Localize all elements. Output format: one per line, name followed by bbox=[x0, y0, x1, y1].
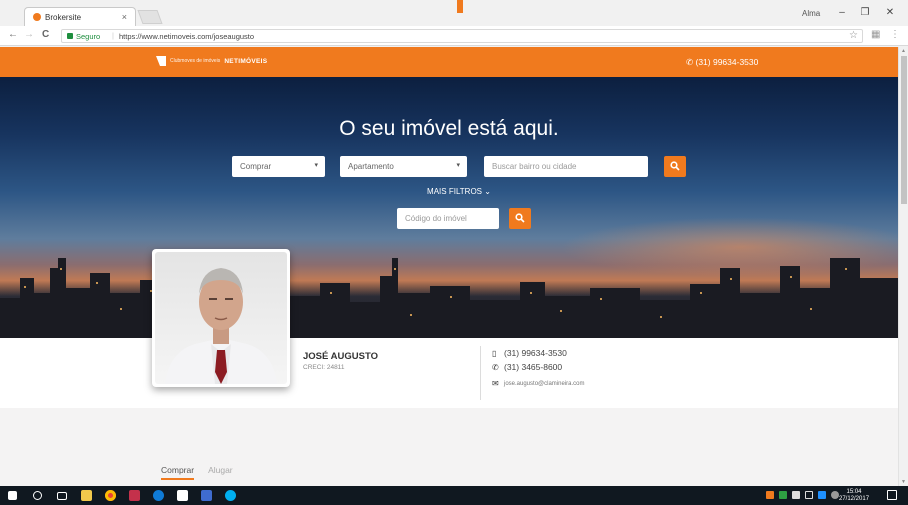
agent-email[interactable]: ✉ jose.augusto@clamineira.com bbox=[492, 379, 584, 388]
location-search-input[interactable] bbox=[484, 156, 648, 177]
site-logo[interactable]: Clubmoves de imóveis NETIMÓVEIS bbox=[156, 56, 267, 66]
clock-time: 15:04 bbox=[846, 489, 862, 495]
app-icon[interactable] bbox=[201, 490, 212, 501]
close-window-button[interactable]: ✕ bbox=[883, 7, 897, 18]
browser-tab[interactable]: Brokersite × bbox=[24, 7, 136, 26]
hero-banner: O seu imóvel está aqui. Comprar ▾ Aparta… bbox=[0, 77, 898, 338]
volume-icon[interactable] bbox=[831, 491, 839, 499]
mode-select-value: Comprar bbox=[240, 162, 272, 171]
hero-title: O seu imóvel está aqui. bbox=[339, 117, 559, 140]
browser-window: Brokersite × Alma – ❐ ✕ ← → C Seguro | h… bbox=[0, 0, 908, 505]
agent-email-address: jose.augusto@clamineira.com bbox=[504, 380, 585, 387]
code-search-button[interactable] bbox=[509, 208, 531, 229]
search-icon[interactable] bbox=[33, 491, 42, 500]
logo-mark-icon bbox=[156, 56, 166, 66]
agent-portrait-image bbox=[165, 268, 277, 384]
agent-creci: CRECI: 24811 bbox=[303, 364, 345, 371]
mode-select[interactable]: Comprar ▾ bbox=[232, 156, 325, 177]
tray-app-icon[interactable] bbox=[818, 491, 826, 499]
chrome-icon[interactable] bbox=[105, 490, 116, 501]
separator: | bbox=[112, 31, 114, 40]
tray-app-icon[interactable] bbox=[779, 491, 787, 499]
search-icon bbox=[670, 161, 680, 171]
extension-icon[interactable]: ▦ bbox=[871, 29, 880, 40]
cursor-marker bbox=[457, 0, 463, 13]
maximize-button[interactable]: ❐ bbox=[858, 7, 872, 18]
store-icon[interactable] bbox=[177, 490, 188, 501]
header-phone[interactable]: ✆ (31) 99634-3530 bbox=[686, 57, 758, 68]
search-icon bbox=[515, 213, 525, 223]
chevron-down-icon: ▾ bbox=[314, 162, 318, 169]
search-button[interactable] bbox=[664, 156, 686, 177]
tab-title: Brokersite bbox=[45, 13, 82, 22]
tab-strip: Brokersite × Alma – ❐ ✕ bbox=[0, 0, 908, 26]
notification-icon[interactable] bbox=[887, 490, 897, 500]
divider bbox=[480, 346, 481, 400]
url-field[interactable]: Seguro | https://www.netimoveis.com/jose… bbox=[61, 29, 863, 43]
whatsapp-icon: ✆ bbox=[686, 57, 694, 67]
logo-subtitle: Clubmoves de imóveis bbox=[170, 57, 221, 64]
skype-icon[interactable] bbox=[225, 490, 236, 501]
favicon-icon bbox=[33, 13, 41, 21]
tab-close-icon[interactable]: × bbox=[122, 12, 127, 22]
back-button[interactable]: ← bbox=[8, 29, 18, 40]
address-bar: ← → C Seguro | https://www.netimoveis.co… bbox=[0, 26, 908, 46]
agent-mobile[interactable]: ▯ (31) 99634-3530 bbox=[492, 348, 567, 358]
agent-phone[interactable]: ✆ (31) 3465-8600 bbox=[492, 362, 562, 372]
network-icon[interactable] bbox=[805, 491, 813, 499]
scrollbar-thumb[interactable] bbox=[901, 56, 907, 204]
listing-tabs: Comprar Alugar bbox=[161, 465, 233, 480]
phone-icon: ✆ bbox=[492, 362, 499, 372]
scroll-down-icon[interactable]: ▼ bbox=[901, 479, 906, 485]
mobile-phone-icon: ▯ bbox=[492, 348, 497, 358]
more-filters-link[interactable]: MAIS FILTROS ⌄ bbox=[0, 187, 898, 196]
clock-date: 27/12/2017 bbox=[839, 496, 870, 502]
logo-brand: NETIMÓVEIS bbox=[224, 57, 268, 65]
task-view-icon[interactable] bbox=[57, 492, 67, 500]
city-skyline-image bbox=[0, 258, 898, 338]
tab-comprar[interactable]: Comprar bbox=[161, 465, 195, 480]
scroll-up-icon[interactable]: ▲ bbox=[901, 48, 906, 54]
forward-button[interactable]: → bbox=[24, 29, 34, 40]
agent-profile-section bbox=[0, 338, 898, 408]
chevron-down-icon: ▾ bbox=[456, 162, 460, 169]
file-explorer-icon[interactable] bbox=[81, 490, 92, 501]
menu-dots-icon[interactable]: ⋮ bbox=[890, 29, 900, 40]
start-windows-icon[interactable] bbox=[8, 491, 17, 500]
new-tab-button[interactable] bbox=[137, 10, 163, 24]
header-phone-number: (31) 99634-3530 bbox=[695, 57, 759, 67]
property-code-input[interactable] bbox=[397, 208, 499, 229]
tab-alugar[interactable]: Alugar bbox=[208, 465, 233, 480]
secure-label: Seguro bbox=[76, 32, 101, 41]
property-type-value: Apartamento bbox=[348, 162, 394, 171]
url-text: https://www.netimoveis.com/joseaugusto bbox=[119, 32, 255, 41]
envelope-icon: ✉ bbox=[492, 379, 499, 388]
reload-button[interactable]: C bbox=[42, 29, 49, 40]
windows-taskbar: 15:04 27/12/2017 bbox=[0, 486, 908, 505]
agent-photo bbox=[152, 249, 290, 387]
page-scrollbar[interactable]: ▲ ▼ bbox=[898, 47, 908, 486]
edge-icon[interactable] bbox=[153, 490, 164, 501]
property-type-select[interactable]: Apartamento ▾ bbox=[340, 156, 467, 177]
bookmark-star-icon[interactable]: ☆ bbox=[849, 30, 858, 41]
listings-section bbox=[0, 408, 898, 486]
agent-phone-number: (31) 3465-8600 bbox=[504, 362, 563, 372]
tray-app-icon[interactable] bbox=[766, 491, 774, 499]
agent-name: JOSÉ AUGUSTO bbox=[303, 351, 378, 362]
system-clock[interactable]: 15:04 27/12/2017 bbox=[839, 489, 869, 503]
tray-app-icon[interactable] bbox=[792, 491, 800, 499]
minimize-button[interactable]: – bbox=[835, 7, 849, 18]
app-icon[interactable] bbox=[129, 490, 140, 501]
site-header: Clubmoves de imóveis NETIMÓVEIS ✆ (31) 9… bbox=[0, 47, 898, 77]
lock-icon bbox=[67, 33, 73, 39]
agent-mobile-number: (31) 99634-3530 bbox=[504, 348, 567, 358]
profile-label[interactable]: Alma bbox=[802, 9, 820, 18]
